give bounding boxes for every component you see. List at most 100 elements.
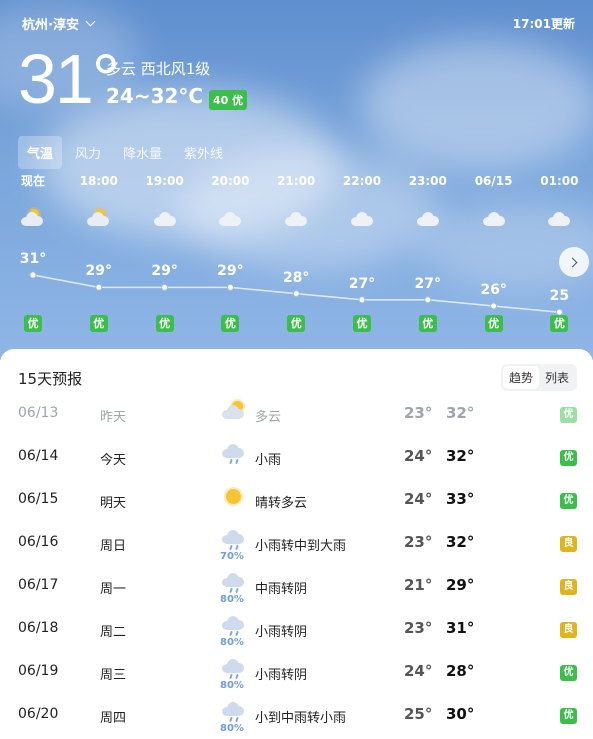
tab-temperature[interactable]: 气温 [18, 136, 63, 169]
cloudy-sun-icon [222, 399, 246, 425]
forecast-row[interactable]: 06/13 昨天 多云 23° 32° 优 [0, 393, 593, 436]
forecast-weekday: 周四 [100, 711, 127, 726]
current-temperature: 31° [18, 40, 120, 118]
hourly-aqi-badge: 优 [353, 315, 371, 332]
hourly-aqi-badge: 优 [221, 315, 240, 332]
tab-wind[interactable]: 风力 [66, 136, 110, 169]
forecast-row[interactable]: 06/18 周二 80% 小雨转阴 23° 31° 良 [0, 608, 593, 651]
cloud-base [353, 219, 371, 226]
forecast-date: 06/16 [18, 534, 59, 550]
forecast-row[interactable]: 06/16 周日 70% 小雨转中到大雨 23° 32° 良 [0, 522, 593, 565]
hourly-time: 19:00 [145, 174, 184, 188]
update-time: 17:01更新 [512, 17, 575, 31]
forecast-high-temperature: 31° [446, 619, 475, 637]
forecast-row[interactable]: 06/19 周三 80% 小雨转阴 24° 28° 优 [0, 651, 593, 694]
hourly-temperature: 27° [414, 275, 442, 292]
cloud-base [155, 219, 174, 226]
hourly-item[interactable]: 23:00 27° 优 [395, 172, 461, 342]
rain-drop [235, 630, 239, 637]
trend-view-button[interactable]: 趋势 [502, 366, 539, 389]
hourly-item[interactable]: 19:00 29° 优 [132, 172, 198, 342]
forecast-aqi-badge: 优 [560, 450, 577, 466]
hourly-item[interactable]: 18:00 29° 优 [66, 172, 132, 342]
forecast-panel: 15天预报 趋势 列表 06/13 昨天 多云 23° 32° 优 06/14 今天 小雨 24°… [0, 349, 593, 739]
rain-drop [235, 587, 239, 594]
hourly-item[interactable]: 22:00 27° 优 [329, 172, 395, 342]
forecast-description: 晴转多云 [255, 496, 308, 511]
forecast-low-temperature: 23° [404, 533, 433, 551]
forecast-aqi-badge: 良 [560, 579, 577, 595]
cloud-base [224, 451, 242, 458]
cloud-base [550, 219, 569, 226]
hourly-temperature: 31° [19, 251, 47, 267]
forecast-row[interactable]: 06/20 周四 80% 小到中雨转小雨 25° 30° 优 [0, 694, 593, 737]
aqi-badge[interactable]: 40 优 [209, 90, 248, 110]
chevron-down-icon [85, 16, 96, 27]
forecast-high-temperature: 29° [446, 576, 475, 594]
forecast-low-temperature: 25° [404, 705, 433, 723]
forecast-date: 06/20 [18, 706, 59, 722]
precipitation-probability: 80% [220, 680, 244, 691]
cloud-base [23, 219, 41, 226]
forecast-weekday: 周二 [100, 625, 127, 640]
forecast-description: 小雨转阴 [255, 668, 308, 683]
cloudy-icon [217, 208, 243, 228]
hourly-temperature: 29° [85, 263, 113, 280]
precipitation-probability: 70% [220, 551, 244, 562]
tab-uv[interactable]: 紫外线 [175, 136, 232, 169]
cloud-base [287, 219, 306, 226]
scroll-right-button[interactable] [559, 247, 589, 277]
hourly-time: 22:00 [342, 174, 382, 188]
forecast-description: 小雨 [255, 453, 282, 468]
hourly-time: 21:00 [277, 174, 316, 188]
forecast-description: 中雨转阴 [255, 582, 308, 597]
forecast-row[interactable]: 06/15 明天 晴转多云 24° 33° 优 [0, 479, 593, 522]
location-name: 杭州·淳安 [22, 18, 79, 33]
forecast-low-temperature: 23° [404, 619, 433, 637]
hourly-temperature: 28° [282, 269, 310, 286]
precipitation-probability: 80% [220, 723, 244, 734]
tab-precipitation[interactable]: 降水量 [114, 136, 171, 169]
hourly-forecast[interactable]: 现在 31° 优 18:00 29° 优 19:00 29° 优 20:00 29° 优 21:00 28… [0, 172, 593, 352]
forecast-low-temperature: 21° [404, 576, 433, 594]
cloud-base [224, 623, 242, 630]
rain-drop [235, 458, 239, 465]
forecast-aqi-badge: 优 [560, 407, 577, 423]
hourly-item[interactable]: 06/15 26° 优 [461, 172, 527, 342]
hourly-item[interactable]: 现在 31° 优 [0, 172, 66, 342]
forecast-row[interactable]: 06/14 今天 小雨 24° 32° 优 [0, 436, 593, 479]
cloud-base [224, 537, 242, 544]
forecast-aqi-badge: 优 [560, 708, 577, 724]
cloud-base [224, 580, 242, 587]
forecast-description: 小到中雨转小雨 [255, 711, 347, 726]
forecast-high-temperature: 30° [446, 705, 475, 723]
precipitation-probability: 80% [220, 594, 244, 605]
location-selector[interactable]: 杭州·淳安 [22, 14, 96, 33]
hourly-aqi-badge: 优 [155, 315, 174, 332]
precipitation-probability: 80% [220, 637, 244, 648]
current-description: 多云 西北风1级 [106, 60, 211, 78]
forecast-date: 06/14 [18, 448, 59, 464]
hourly-time: 01:00 [540, 174, 579, 188]
rain-drop [229, 587, 233, 594]
forecast-row[interactable]: 06/17 周一 80% 中雨转阴 21° 29° 良 [0, 565, 593, 608]
sun-icon [222, 485, 246, 511]
hourly-time: 06/15 [474, 174, 513, 188]
forecast-date: 06/15 [18, 491, 59, 507]
hourly-aqi-badge: 优 [418, 315, 437, 332]
forecast-low-temperature: 24° [404, 490, 433, 508]
cloudy-icon [283, 208, 309, 228]
view-toggle: 趋势 列表 [500, 364, 577, 391]
hourly-item[interactable]: 20:00 29° 优 [197, 172, 263, 342]
cloud-base [224, 709, 242, 716]
cloud-base [221, 219, 240, 226]
hourly-aqi-badge: 优 [550, 315, 569, 332]
list-view-button[interactable]: 列表 [539, 366, 575, 389]
hourly-item[interactable]: 21:00 28° 优 [263, 172, 329, 342]
forecast-weekday: 昨天 [100, 410, 127, 425]
forecast-aqi-badge: 优 [560, 493, 577, 509]
partly-cloudy-icon [86, 208, 112, 228]
hourly-temperature: 27° [348, 275, 376, 292]
cloudy-icon [546, 208, 572, 228]
forecast-weekday: 周日 [100, 539, 127, 554]
